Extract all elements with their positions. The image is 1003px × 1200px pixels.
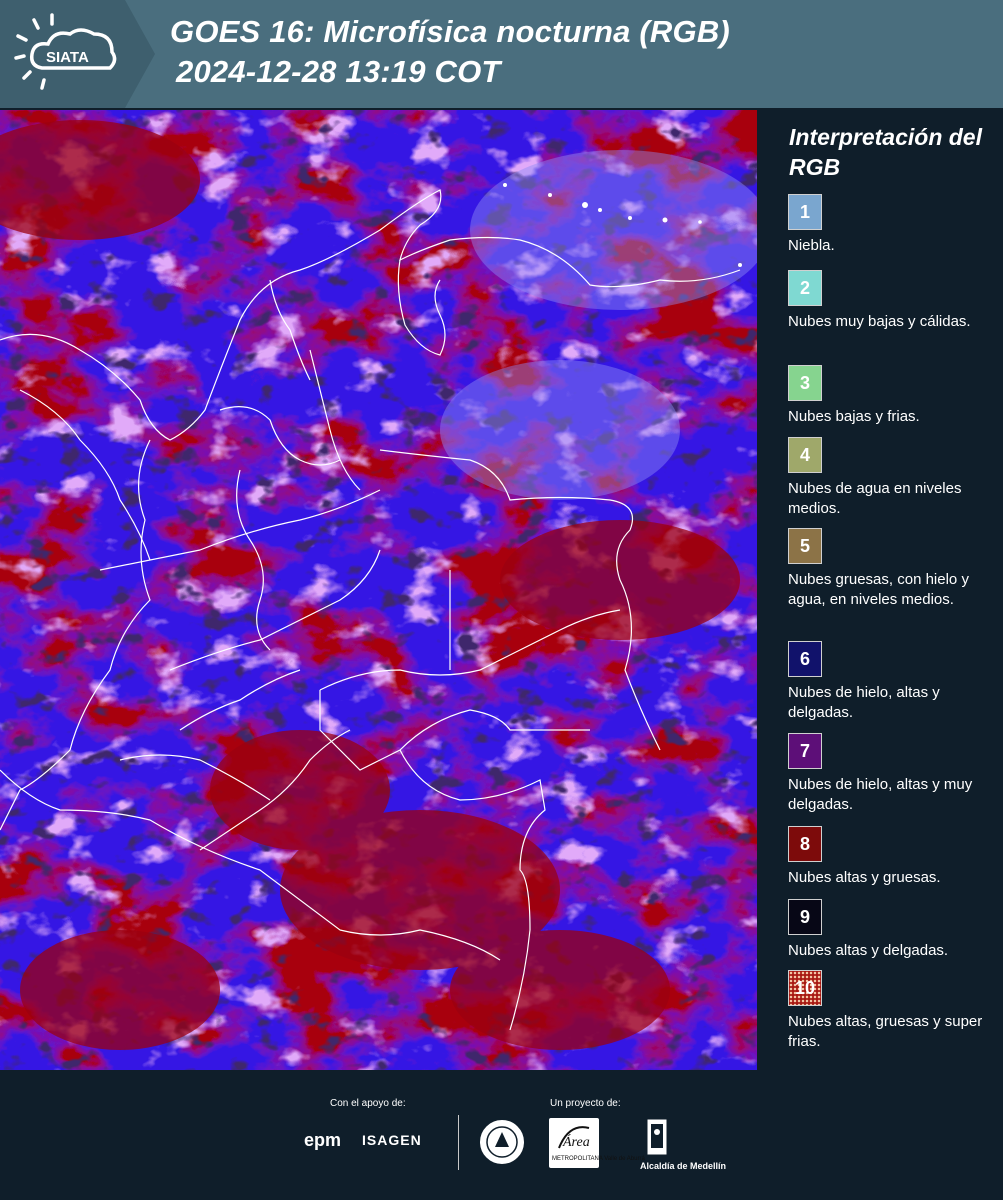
- legend-item-label: Nubes de agua en niveles medios.: [788, 480, 962, 517]
- legend-item-7: 7 Nubes de hielo, altas y muy delgadas.: [788, 733, 1000, 815]
- epm-logo[interactable]: epm: [304, 1130, 341, 1151]
- legend-item-label: Nubes gruesas, con hielo y agua, en nive…: [788, 571, 969, 608]
- isagen-logo[interactable]: ISAGEN: [362, 1132, 422, 1148]
- legend-item-label: Nubes altas, gruesas y super frias.: [788, 1013, 983, 1050]
- project-label: Un proyecto de:: [550, 1098, 621, 1109]
- legend-item-1: 1 Niebla.: [788, 194, 1000, 256]
- legend-item-2: 2 Nubes muy bajas y cálidas.: [788, 270, 1000, 332]
- legend-item-9: 9 Nubes altas y delgadas.: [788, 899, 1000, 961]
- legend-item-6: 6 Nubes de hielo, altas y delgadas.: [788, 641, 1000, 723]
- legend-item-label: Nubes altas y gruesas.: [788, 869, 941, 886]
- university-seal-logo[interactable]: [477, 1117, 527, 1167]
- legend-item-5: 5 Nubes gruesas, con hielo y agua, en ni…: [788, 528, 1000, 610]
- support-label: Con el apoyo de:: [330, 1098, 406, 1109]
- legend-swatch: 7: [788, 733, 822, 769]
- legend-item-label: Nubes de hielo, altas y delgadas.: [788, 684, 940, 721]
- legend-title: Interpretación del RGB: [789, 124, 982, 180]
- alcaldia-medellin-text: Alcaldía de Medellín: [640, 1161, 727, 1171]
- header: SIATA GOES 16: Microfísica nocturna (RGB…: [0, 0, 1003, 108]
- legend-swatch: 2: [788, 270, 822, 306]
- legend-swatch: 4: [788, 437, 822, 473]
- footer: Con el apoyo de: Un proyecto de: epm ISA…: [0, 1070, 1003, 1200]
- siata-logo-text: SIATA: [46, 49, 89, 66]
- timestamp: 2024-12-28 13:19 COT: [176, 54, 501, 89]
- rgb-legend: Interpretación del RGB 1 Niebla. 2 Nubes…: [760, 110, 1003, 1070]
- footer-divider: [458, 1115, 459, 1170]
- legend-item-label: Nubes muy bajas y cálidas.: [788, 313, 971, 330]
- legend-item-8: 8 Nubes altas y gruesas.: [788, 826, 1000, 888]
- legend-item-3: 3 Nubes bajas y frias.: [788, 365, 1000, 427]
- legend-item-label: Nubes bajas y frias.: [788, 408, 920, 425]
- page-title: GOES 16: Microfísica nocturna (RGB): [170, 14, 730, 49]
- medellin-shield-logo[interactable]: [646, 1118, 668, 1158]
- legend-swatch: 10: [788, 970, 822, 1006]
- legend-swatch: 5: [788, 528, 822, 564]
- legend-item-label: Nubes altas y delgadas.: [788, 942, 949, 959]
- siata-logo[interactable]: SIATA: [0, 0, 155, 108]
- legend-swatch: 9: [788, 899, 822, 935]
- legend-item-label: Nubes de hielo, altas y muy delgadas.: [788, 776, 973, 813]
- svg-text:Área: Área: [562, 1133, 590, 1150]
- legend-item-10: 10 Nubes altas, gruesas y super frias.: [788, 970, 1000, 1052]
- legend-swatch: 8: [788, 826, 822, 862]
- satellite-map[interactable]: [0, 110, 757, 1070]
- area-logo-text: METROPOLITANA Valle de Aburrá: [552, 1156, 645, 1162]
- legend-swatch: 1: [788, 194, 822, 230]
- legend-swatch: 6: [788, 641, 822, 677]
- legend-item-label: Niebla.: [788, 237, 835, 254]
- legend-swatch: 3: [788, 365, 822, 401]
- legend-item-4: 4 Nubes de agua en niveles medios.: [788, 437, 1000, 519]
